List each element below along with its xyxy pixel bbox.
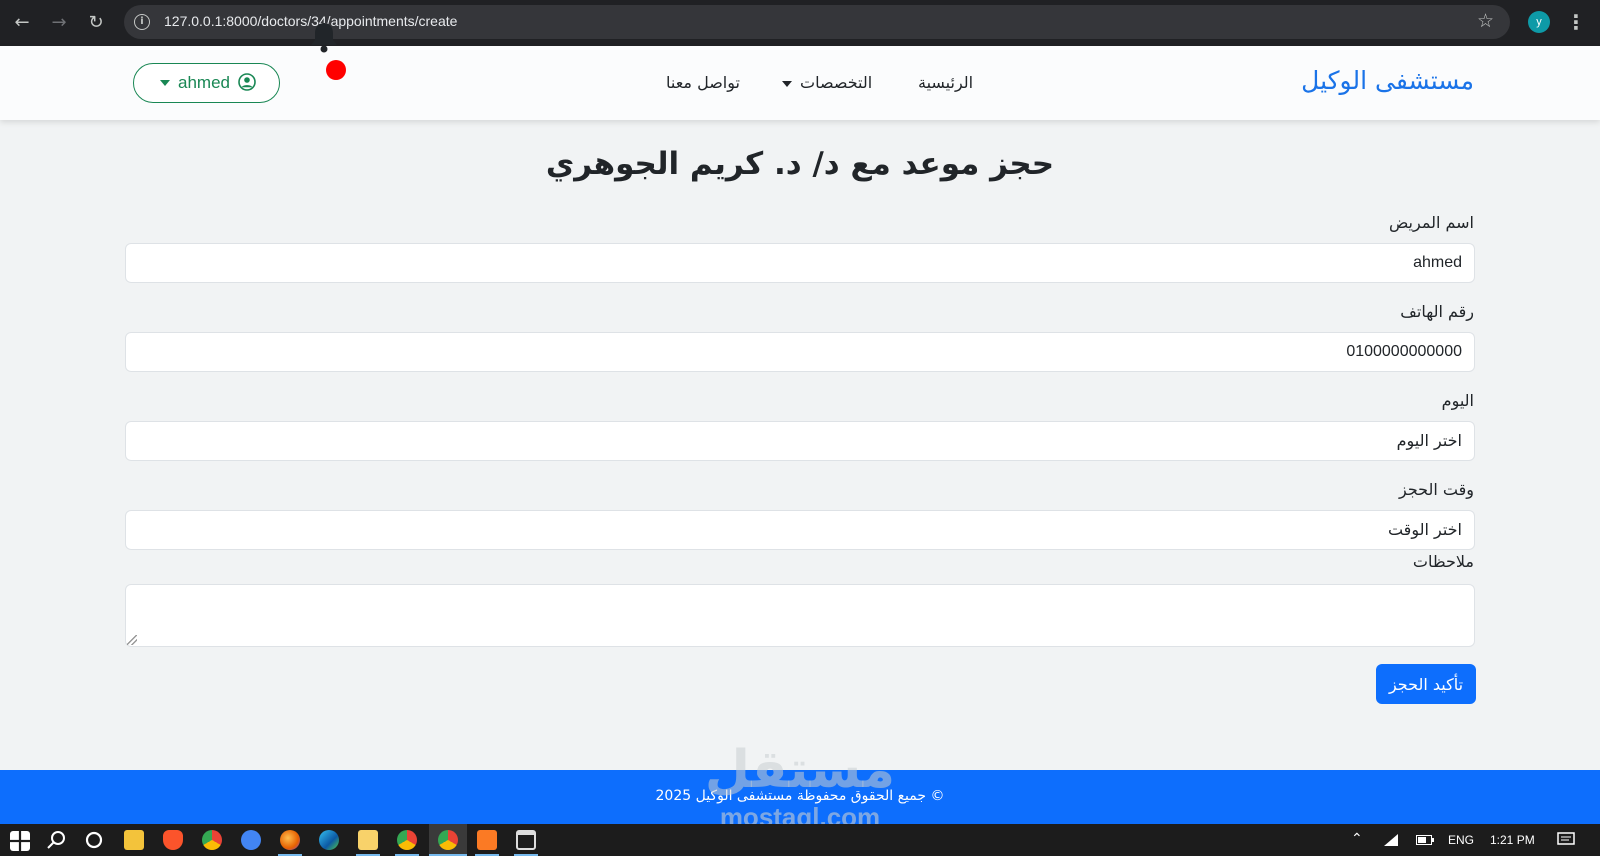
chevron-up-icon[interactable]: ⌃ (1351, 830, 1363, 847)
back-arrow-icon[interactable]: ← (10, 11, 34, 35)
confirm-booking-button[interactable]: تأكيد الحجز (1376, 664, 1476, 704)
chrome-icon[interactable] (397, 830, 417, 850)
terminal-icon[interactable] (516, 830, 536, 850)
wifi-icon[interactable] (1383, 833, 1399, 847)
cortana-icon[interactable] (84, 830, 104, 850)
bookmark-star-icon[interactable]: ☆ (1477, 10, 1494, 32)
time-label: وقت الحجز (1399, 480, 1474, 499)
notification-center-icon[interactable] (1557, 832, 1575, 848)
resize-grip-icon[interactable] (127, 635, 137, 645)
clock[interactable]: 1:21 PM (1490, 833, 1535, 847)
nav-link-specialties-label: التخصصات (800, 73, 873, 92)
caret-down-icon (160, 80, 170, 86)
file-explorer-icon[interactable] (358, 830, 378, 850)
language-indicator[interactable]: ENG (1448, 833, 1474, 847)
caret-down-icon (782, 80, 792, 87)
patient-name-input[interactable]: ahmed (125, 243, 1475, 283)
menu-kebab-icon[interactable]: ⋮ (1566, 10, 1586, 34)
notes-label: ملاحظات (1412, 552, 1474, 571)
day-select[interactable]: اختر اليوم (125, 421, 1475, 461)
footer-copyright: © جميع الحقوق محفوظة مستشفى الوكيل 2025 (655, 788, 945, 804)
bell-icon[interactable] (309, 20, 339, 54)
nav-link-home[interactable]: الرئيسية (918, 73, 973, 92)
forward-arrow-icon[interactable]: → (47, 11, 71, 35)
user-name: ahmed (178, 73, 230, 92)
chrome-icon[interactable] (202, 830, 222, 850)
time-select[interactable]: اختر الوقت (125, 510, 1475, 550)
day-label: اليوم (1441, 391, 1474, 410)
nav-link-specialties[interactable]: التخصصات (782, 73, 872, 92)
brand-logo-text[interactable]: مستشفى الوكيل (1301, 66, 1474, 95)
store-icon[interactable] (124, 830, 144, 850)
notes-textarea[interactable] (125, 584, 1475, 647)
edge-icon[interactable] (319, 830, 339, 850)
app-icon[interactable] (241, 830, 261, 850)
chrome-icon[interactable] (438, 830, 458, 850)
phone-input[interactable]: 0100000000000 (125, 332, 1475, 372)
xampp-icon[interactable] (477, 830, 497, 850)
patient-name-label: اسم المريض (1388, 213, 1474, 232)
windows-start-icon[interactable] (10, 831, 30, 851)
reload-icon[interactable]: ↻ (84, 11, 108, 35)
site-info-icon[interactable]: i (134, 14, 150, 30)
profile-avatar[interactable]: y (1528, 11, 1550, 33)
firefox-icon[interactable] (280, 830, 300, 850)
browser-toolbar: ← → ↻ i 127.0.0.1:8000/doctors/34/appoin… (0, 0, 1600, 46)
notification-dot (326, 60, 346, 80)
taskbar: ⌃ ENG 1:21 PM (0, 824, 1600, 856)
user-menu-button[interactable]: ahmed (133, 63, 280, 103)
nav-link-contact[interactable]: تواصل معنا (666, 73, 740, 92)
phone-label: رقم الهاتف (1400, 302, 1474, 321)
site-footer: © جميع الحقوق محفوظة مستشفى الوكيل 2025 (0, 770, 1600, 824)
user-circle-icon (238, 73, 256, 91)
search-icon[interactable] (46, 830, 66, 850)
brave-icon[interactable] (163, 830, 183, 850)
battery-icon[interactable] (1416, 835, 1434, 845)
page-title: حجز موعد مع د/ د. كريم الجوهري (545, 146, 1055, 182)
